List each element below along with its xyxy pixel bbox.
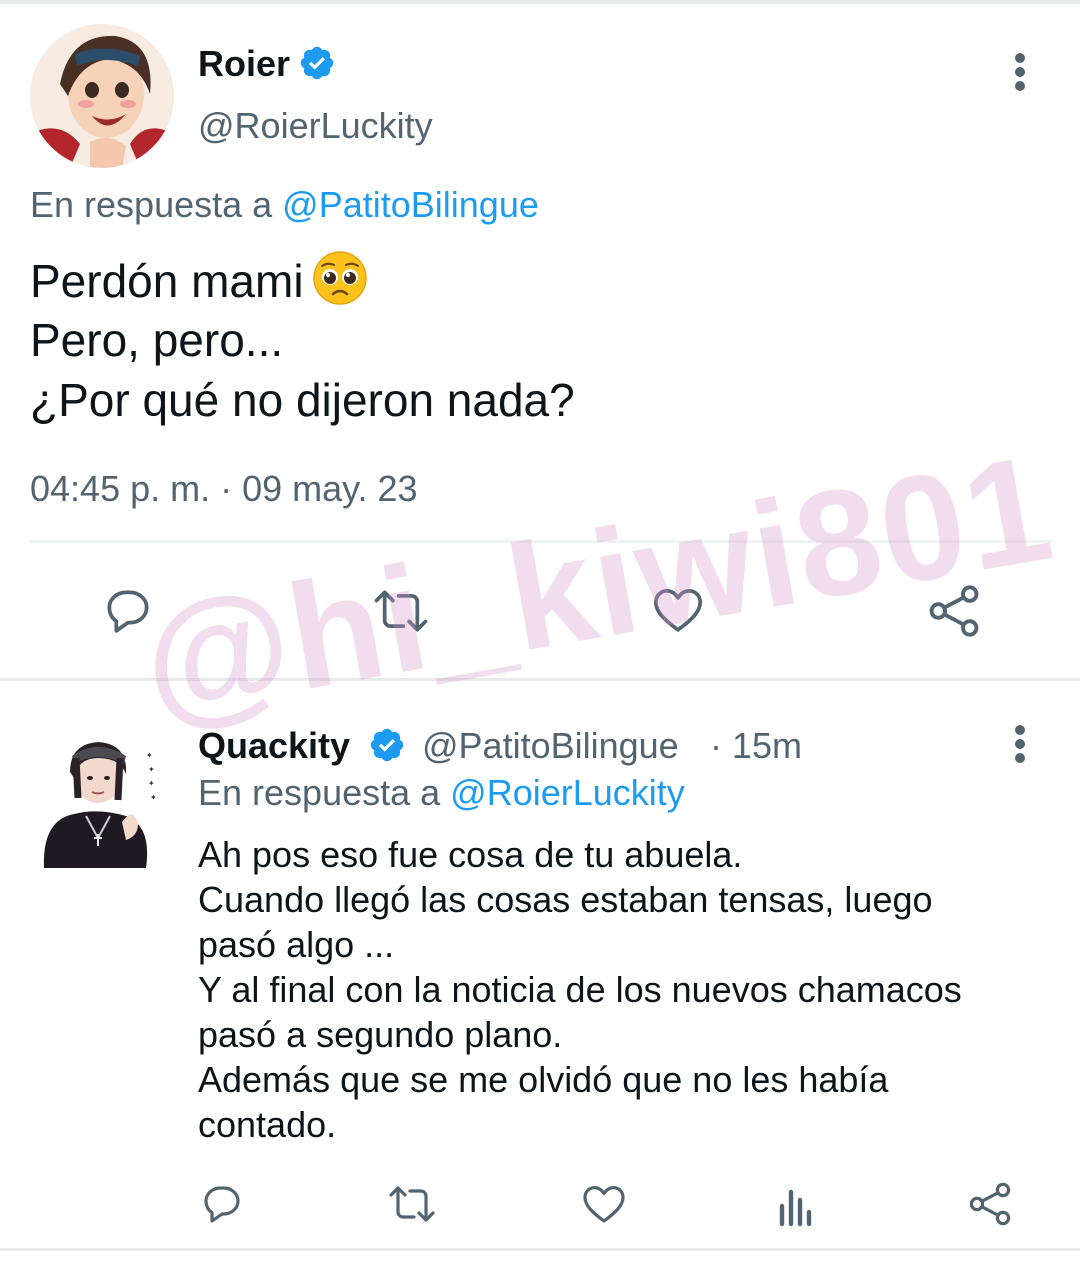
analytics-icon[interactable] xyxy=(774,1180,818,1228)
replying-to-label: En respuesta a xyxy=(198,772,441,813)
svg-text:✦: ✦ xyxy=(148,765,155,774)
share-icon[interactable] xyxy=(966,1180,1014,1228)
pleading-face-emoji-icon xyxy=(312,250,368,320)
tweet-text-line: Pero, pero... xyxy=(30,314,284,366)
divider xyxy=(30,540,1052,543)
reply-icon[interactable] xyxy=(100,583,156,639)
tweet-text: Perdón mami Pero, pero... ¿Por qué no di… xyxy=(30,250,1050,430)
svg-text:✦: ✦ xyxy=(146,751,153,760)
author-handle[interactable]: @RoierLuckity xyxy=(198,106,433,146)
reply-icon[interactable] xyxy=(198,1180,246,1228)
tweet-separator xyxy=(0,678,1080,681)
replying-to-label: En respuesta a xyxy=(30,184,273,225)
tweet-text-line: Perdón mami xyxy=(30,255,304,308)
reply-author-handle[interactable]: @PatitoBilingue xyxy=(422,726,679,766)
svg-text:✦: ✦ xyxy=(148,779,155,788)
retweet-icon[interactable] xyxy=(370,583,432,639)
more-options-icon[interactable] xyxy=(1000,714,1040,774)
reply-text: Ah pos eso fue cosa de tu abuela. Cuando… xyxy=(198,832,1058,1147)
reply-text-line: pasó a segundo plano. xyxy=(198,1014,563,1055)
reply-text-line: Cuando llegó las cosas estaban tensas, l… xyxy=(198,879,933,920)
top-border xyxy=(0,0,1080,4)
tweet-text-line: ¿Por qué no dijeron nada? xyxy=(30,374,575,426)
author-name[interactable]: Roier xyxy=(198,44,290,84)
reply-text-line: pasó algo ... xyxy=(198,924,395,965)
timestamp[interactable]: 04:45 p. m. · 09 may. 23 xyxy=(30,468,418,510)
replying-to: En respuesta a @PatitoBilingue xyxy=(30,184,539,226)
svg-text:✦: ✦ xyxy=(150,793,157,802)
share-icon[interactable] xyxy=(925,582,983,640)
reply-text-line: contado. xyxy=(198,1104,337,1145)
reply-time[interactable]: · 15m xyxy=(710,726,802,766)
like-icon[interactable] xyxy=(580,1180,628,1228)
verified-badge-icon xyxy=(300,46,334,80)
more-options-icon[interactable] xyxy=(1000,42,1040,102)
replying-to-mention[interactable]: @PatitoBilingue xyxy=(282,184,539,225)
avatar[interactable] xyxy=(30,24,174,168)
reply-text-line: Y al final con la noticia de los nuevos … xyxy=(198,969,962,1010)
retweet-icon[interactable] xyxy=(386,1180,438,1228)
reply-replying-to: En respuesta a @RoierLuckity xyxy=(198,772,685,814)
reply-author-name[interactable]: Quackity xyxy=(198,726,350,766)
bottom-separator xyxy=(0,1248,1080,1251)
reply-text-line: Además que se me olvidó que no les había xyxy=(198,1059,889,1100)
reply-avatar[interactable]: ✦ ✦ ✦ ✦ xyxy=(34,728,162,868)
replying-to-mention[interactable]: @RoierLuckity xyxy=(450,772,685,813)
reply-text-line: Ah pos eso fue cosa de tu abuela. xyxy=(198,834,743,875)
like-icon[interactable] xyxy=(650,582,706,638)
verified-badge-icon xyxy=(370,728,404,762)
